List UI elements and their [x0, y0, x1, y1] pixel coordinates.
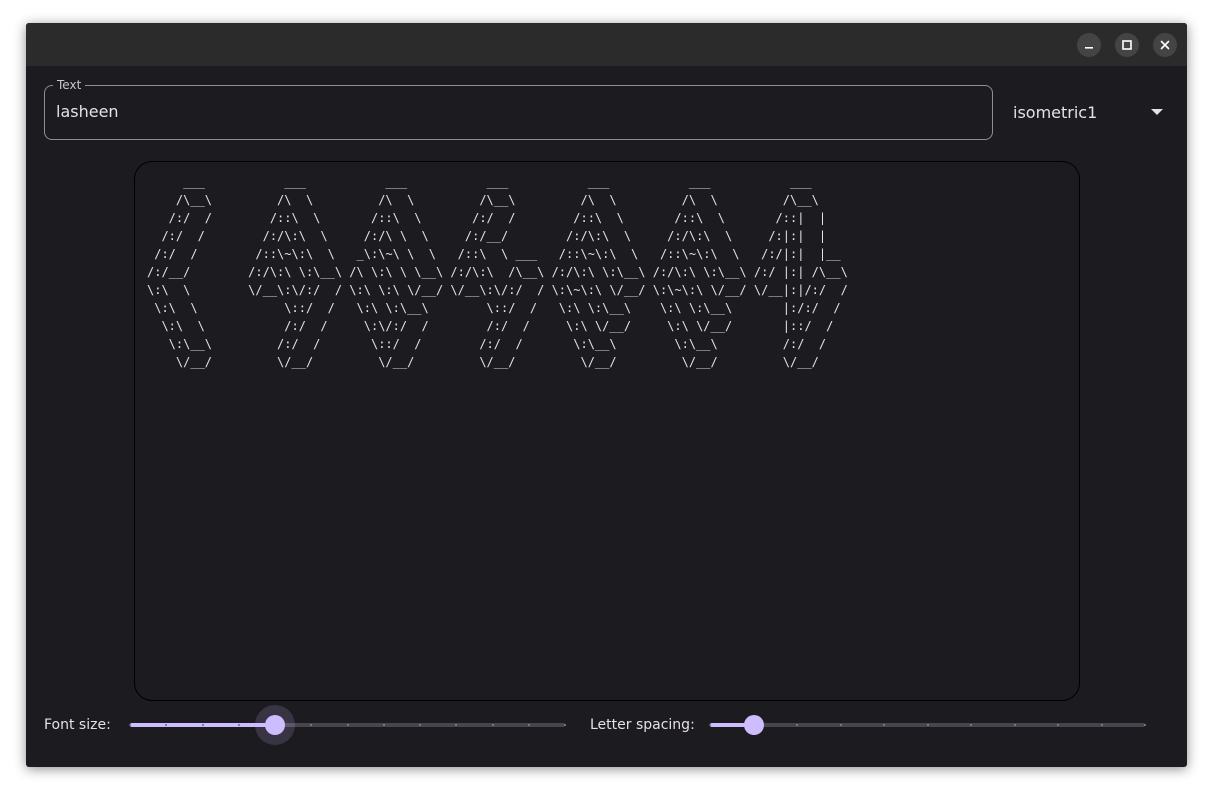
- font-size-slider[interactable]: [129, 705, 566, 745]
- slider-tick: [564, 724, 566, 726]
- slider-tick: [419, 724, 421, 726]
- slider-tick: [1100, 724, 1103, 726]
- slider-tick: [129, 724, 131, 726]
- font-select-value: isometric1: [1013, 103, 1098, 122]
- font-size-thumb[interactable]: [264, 715, 285, 735]
- ascii-preview-panel: ___ ___ ___ ___ ___ ___ ___ /\__\ /\ \ /…: [134, 161, 1080, 701]
- letter-spacing-label: Letter spacing:: [590, 717, 695, 733]
- slider-tick: [527, 724, 530, 726]
- slider-tick: [201, 724, 204, 726]
- text-input[interactable]: lasheen: [56, 102, 119, 122]
- slider-tick: [709, 724, 711, 726]
- maximize-icon: [1122, 40, 1132, 50]
- title-bar[interactable]: [26, 23, 1187, 66]
- maximize-button[interactable]: [1115, 33, 1139, 57]
- ascii-art-output: ___ ___ ___ ___ ___ ___ ___ /\__\ /\ \ /…: [147, 175, 848, 369]
- slider-tick: [839, 724, 842, 726]
- letter-spacing-slider[interactable]: [709, 710, 1146, 740]
- font-size-label: Font size:: [44, 717, 111, 733]
- slider-tick: [796, 724, 798, 726]
- slider-tick: [346, 724, 349, 726]
- text-field[interactable]: Text lasheen: [44, 77, 993, 140]
- letter-spacing-thumb[interactable]: [743, 715, 764, 735]
- slider-tick: [1144, 724, 1146, 726]
- app-window: Text lasheen isometric1 ___ ___ ___ ___ …: [26, 23, 1187, 767]
- font-select[interactable]: isometric1: [1003, 85, 1173, 140]
- close-icon: [1160, 40, 1170, 50]
- close-button[interactable]: [1153, 33, 1177, 57]
- minimize-button[interactable]: [1077, 33, 1101, 57]
- slider-tick: [926, 724, 929, 726]
- dropdown-arrow-icon: [1151, 109, 1163, 115]
- slider-tick: [883, 724, 885, 726]
- slider-tick: [491, 724, 494, 726]
- slider-tick: [382, 724, 385, 726]
- minimize-icon: [1085, 47, 1093, 49]
- slider-tick: [1057, 724, 1059, 726]
- text-field-label: Text: [53, 77, 86, 93]
- slider-tick: [970, 724, 972, 726]
- slider-tick: [1013, 724, 1016, 726]
- slider-tick: [237, 724, 240, 726]
